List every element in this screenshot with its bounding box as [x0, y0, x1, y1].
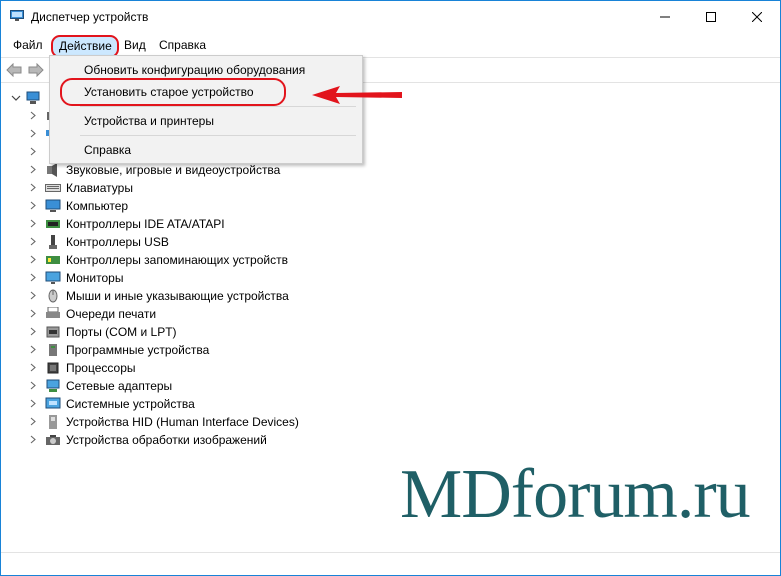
close-button[interactable]: [734, 1, 780, 33]
device-manager-icon: [10, 10, 24, 21]
chevron-right-icon[interactable]: [29, 327, 38, 336]
chevron-right-icon[interactable]: [29, 273, 38, 282]
ide-controller-icon: [46, 220, 60, 228]
chevron-right-icon[interactable]: [29, 399, 38, 408]
chevron-right-icon[interactable]: [29, 345, 38, 354]
minimize-icon: [660, 16, 670, 18]
watermark: MDforum.ru: [400, 456, 751, 533]
back-arrow-icon: [6, 63, 22, 77]
title-bar[interactable]: Диспетчер устройств: [1, 1, 780, 33]
tree-row-label: Программные устройства: [66, 343, 210, 357]
chevron-right-icon[interactable]: [29, 183, 38, 192]
menu-item-label: Обновить конфигурацию оборудования: [84, 63, 306, 77]
forward-arrow-icon: [28, 63, 44, 77]
chevron-right-icon[interactable]: [29, 201, 38, 210]
maximize-button[interactable]: [688, 1, 734, 33]
menu-item-devices-and-printers[interactable]: Устройства и принтеры: [50, 110, 362, 132]
tree-row-label: Контроллеры запоминающих устройств: [66, 253, 288, 267]
tree-row-label: Мониторы: [66, 271, 124, 285]
window-title: Диспетчер устройств: [31, 10, 149, 24]
chevron-right-icon[interactable]: [29, 111, 38, 120]
tree-row-label: Устройства HID (Human Interface Devices): [66, 415, 299, 429]
storage-controller-icon: [46, 256, 60, 264]
menu-item-label: Устройства и принтеры: [84, 114, 214, 128]
tree-row-label: Звуковые, игровые и видеоустройства: [66, 163, 281, 177]
menu-help[interactable]: Справка: [159, 38, 206, 52]
tree-row-label: Порты (COM и LPT): [66, 325, 177, 339]
minimize-button[interactable]: [642, 1, 688, 33]
forward-button[interactable]: [27, 61, 45, 79]
back-button[interactable]: [5, 61, 23, 79]
tree-row-label: Сетевые адаптеры: [66, 379, 173, 393]
computer-icon: [45, 199, 61, 212]
chevron-right-icon[interactable]: [29, 363, 38, 372]
tree-row-label: Контроллеры USB: [66, 235, 169, 249]
menu-separator: [80, 135, 356, 136]
tree-row-label: Контроллеры IDE ATA/ATAPI: [66, 217, 225, 231]
processor-icon: [47, 362, 59, 374]
chevron-right-icon[interactable]: [29, 129, 38, 138]
tree-row-label: Мыши и иные указывающие устройства: [66, 289, 289, 303]
chevron-right-icon[interactable]: [29, 165, 38, 174]
port-icon: [46, 326, 60, 338]
red-arrow-annotation: [312, 86, 402, 104]
printer-icon: [46, 307, 60, 318]
action-dropdown-menu: Обновить конфигурацию оборудования Устан…: [49, 55, 363, 164]
menu-action-label: Действие: [59, 39, 112, 53]
chevron-right-icon[interactable]: [29, 255, 38, 264]
hid-icon: [49, 415, 57, 429]
menu-item-help[interactable]: Справка: [50, 139, 362, 161]
software-device-icon: [49, 344, 57, 356]
tree-row-label: Процессоры: [66, 361, 136, 375]
tree-row-label: Устройства обработки изображений: [66, 433, 267, 447]
usb-icon: [49, 235, 57, 249]
chevron-right-icon[interactable]: [29, 309, 38, 318]
tree-row-label: Компьютер: [66, 199, 129, 213]
menu-separator: [80, 106, 356, 107]
status-bar: [1, 552, 780, 575]
tree-row-label: Системные устройства: [66, 397, 195, 411]
speaker-icon: [47, 163, 57, 177]
keyboard-icon: [45, 184, 61, 192]
maximize-icon: [706, 12, 716, 22]
chevron-right-icon[interactable]: [29, 219, 38, 228]
imaging-device-icon: [46, 435, 60, 445]
chevron-right-icon[interactable]: [29, 147, 38, 156]
chevron-right-icon[interactable]: [29, 291, 38, 300]
computer-root-icon: [26, 91, 40, 104]
chevron-right-icon[interactable]: [29, 381, 38, 390]
highlight-annotation: [60, 78, 286, 106]
chevron-right-icon[interactable]: [29, 417, 38, 426]
close-icon: [752, 12, 762, 22]
menu-view[interactable]: Вид: [124, 38, 146, 52]
tree-row-label: Очереди печати: [66, 307, 157, 321]
menu-file[interactable]: Файл: [13, 38, 43, 52]
chevron-right-icon[interactable]: [29, 237, 38, 246]
tree-row-label: Клавиатуры: [66, 181, 133, 195]
network-adapter-icon: [46, 379, 60, 392]
chevron-right-icon[interactable]: [29, 435, 38, 444]
menu-item-label: Справка: [84, 143, 132, 157]
system-device-icon: [45, 397, 61, 409]
monitor-icon: [45, 271, 61, 284]
mouse-icon: [48, 289, 58, 303]
chevron-down-icon[interactable]: [11, 93, 21, 103]
